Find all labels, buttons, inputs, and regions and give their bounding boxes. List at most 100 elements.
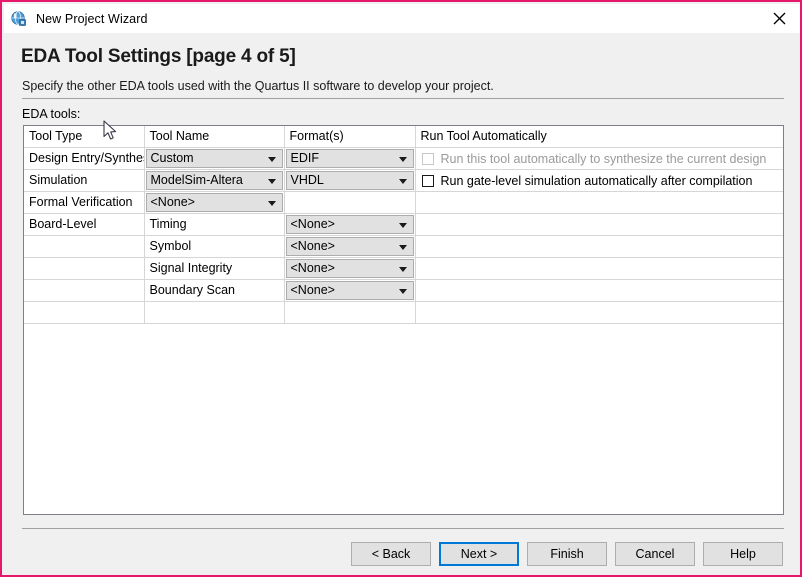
dropdown-value: Custom (150, 151, 194, 165)
table-row: Signal Integrity <None> (24, 257, 783, 280)
header-divider (22, 98, 784, 99)
cell-label: Timing (149, 217, 187, 231)
dropdown-value: <None> (290, 283, 335, 297)
chevron-down-icon (398, 222, 407, 228)
table-cell: Run gate-level simulation automatically … (415, 169, 784, 192)
cell-label: Boundary Scan (149, 283, 235, 297)
table-cell (24, 279, 145, 302)
column-header-label: Run Tool Automatically (420, 129, 547, 143)
column-header-label: Tool Type (29, 129, 83, 143)
table-row: Boundary Scan <None> (24, 279, 783, 302)
page-subtitle: Specify the other EDA tools used with th… (22, 79, 494, 93)
table-cell-empty (24, 301, 145, 324)
dropdown-tool_name[interactable]: Custom (145, 149, 283, 168)
run-tool-automatically-option: Run this tool automatically to synthesiz… (416, 148, 784, 169)
table-cell (415, 279, 783, 302)
finish-button[interactable]: Finish (527, 542, 607, 566)
table-cell (415, 213, 783, 236)
footer-divider (22, 528, 784, 529)
table-row: Formal Verification <None> (24, 191, 783, 214)
table-cell: EDIF (284, 147, 416, 170)
table-cell: Signal Integrity (144, 257, 285, 280)
table-cell (24, 235, 145, 258)
table-cell (415, 235, 783, 258)
dropdown-value: ModelSim-Altera (150, 173, 243, 187)
checkbox[interactable] (421, 174, 434, 187)
button-label: < Back (371, 547, 411, 561)
dropdown-format[interactable]: EDIF (285, 149, 414, 168)
table-cell-empty (144, 301, 285, 324)
chevron-down-icon (398, 178, 407, 184)
chevron-down-icon (398, 266, 407, 272)
chevron-down-icon (398, 288, 407, 294)
checkbox (421, 152, 434, 165)
table-row: Design Entry/Synthesis Custom EDIF Run this… (24, 147, 784, 170)
chevron-down-icon (267, 156, 276, 162)
table-cell-empty (24, 443, 144, 504)
next-button[interactable]: Next > (439, 542, 519, 566)
table-cell-empty (284, 383, 415, 444)
table-cell (284, 191, 416, 214)
table-header-row: Tool Type Tool Name Format(s) Run Tool Auto… (24, 126, 783, 148)
cancel-button[interactable]: Cancel (615, 542, 695, 566)
table-row: Simulation ModelSim-Altera VHDL Run gate-le… (24, 169, 784, 192)
dropdown-format[interactable]: <None> (285, 259, 414, 278)
table-cell-empty (415, 443, 783, 504)
close-icon (773, 12, 786, 25)
eda-tools-table-container: Tool Type Tool Name Format(s) Run Tool Auto… (23, 125, 784, 515)
table-cell-empty (24, 383, 144, 444)
dropdown-format[interactable]: <None> (285, 237, 414, 256)
cell-label: Signal Integrity (149, 261, 233, 275)
table-cell: Timing (144, 213, 285, 236)
table-cell: Run this tool automatically to synthesiz… (415, 147, 784, 170)
cell-label: Formal Verification (29, 195, 133, 209)
chevron-down-icon (398, 156, 407, 162)
column-header: Format(s) (284, 126, 416, 148)
window-title: New Project Wizard (36, 11, 148, 26)
help-button[interactable]: Help (703, 542, 783, 566)
table-cell (415, 191, 783, 214)
table-cell: <None> (284, 257, 416, 280)
table-cell: <None> (144, 191, 285, 214)
table-cell: Symbol (144, 235, 285, 258)
table-cell (415, 257, 783, 280)
table-cell: ModelSim-Altera (144, 169, 285, 192)
checkbox-label: Run this tool automatically to synthesiz… (440, 151, 767, 166)
dropdown-tool_name[interactable]: ModelSim-Altera (145, 171, 283, 190)
button-label: Help (730, 547, 756, 561)
dropdown-value: EDIF (290, 151, 319, 165)
table-cell-empty (24, 323, 144, 384)
table-cell-empty (144, 383, 284, 444)
table-cell: <None> (284, 279, 416, 302)
cell-label: Board-Level (29, 217, 97, 231)
button-bar: < Back Next > Finish Cancel Help (351, 542, 783, 566)
dropdown-value: <None> (290, 261, 335, 275)
cell-label: Simulation (29, 173, 88, 187)
column-header-label: Format(s) (289, 129, 344, 143)
table-cell: Custom (144, 147, 285, 170)
chevron-down-icon (267, 178, 276, 184)
dropdown-value: VHDL (290, 173, 324, 187)
title-bar: New Project Wizard (4, 4, 800, 33)
table-cell-empty (144, 443, 284, 504)
column-header: Tool Name (144, 126, 285, 148)
dropdown-format[interactable]: <None> (285, 215, 414, 234)
dropdown-format[interactable]: VHDL (285, 171, 414, 190)
dropdown-tool_name[interactable]: <None> (145, 193, 283, 212)
table-cell-empty (415, 323, 783, 384)
table-cell: <None> (284, 213, 416, 236)
run-tool-automatically-option[interactable]: Run gate-level simulation automatically … (416, 170, 784, 191)
close-button[interactable] (757, 4, 800, 33)
table-cell: <None> (284, 235, 416, 258)
dropdown-value: <None> (150, 195, 195, 209)
table-cell-empty (284, 323, 415, 384)
dropdown-value: <None> (290, 239, 335, 253)
new-project-wizard-window: New Project Wizard EDA Tool Settings [pa… (0, 0, 802, 577)
table-filler-row (24, 443, 783, 504)
quartus-globe-icon (11, 10, 27, 27)
table-cell: Simulation (24, 169, 145, 192)
checkbox-label: Run gate-level simulation automatically … (440, 173, 753, 188)
back-button[interactable]: < Back (351, 542, 431, 566)
table-cell (24, 257, 145, 280)
dropdown-format[interactable]: <None> (285, 281, 414, 300)
